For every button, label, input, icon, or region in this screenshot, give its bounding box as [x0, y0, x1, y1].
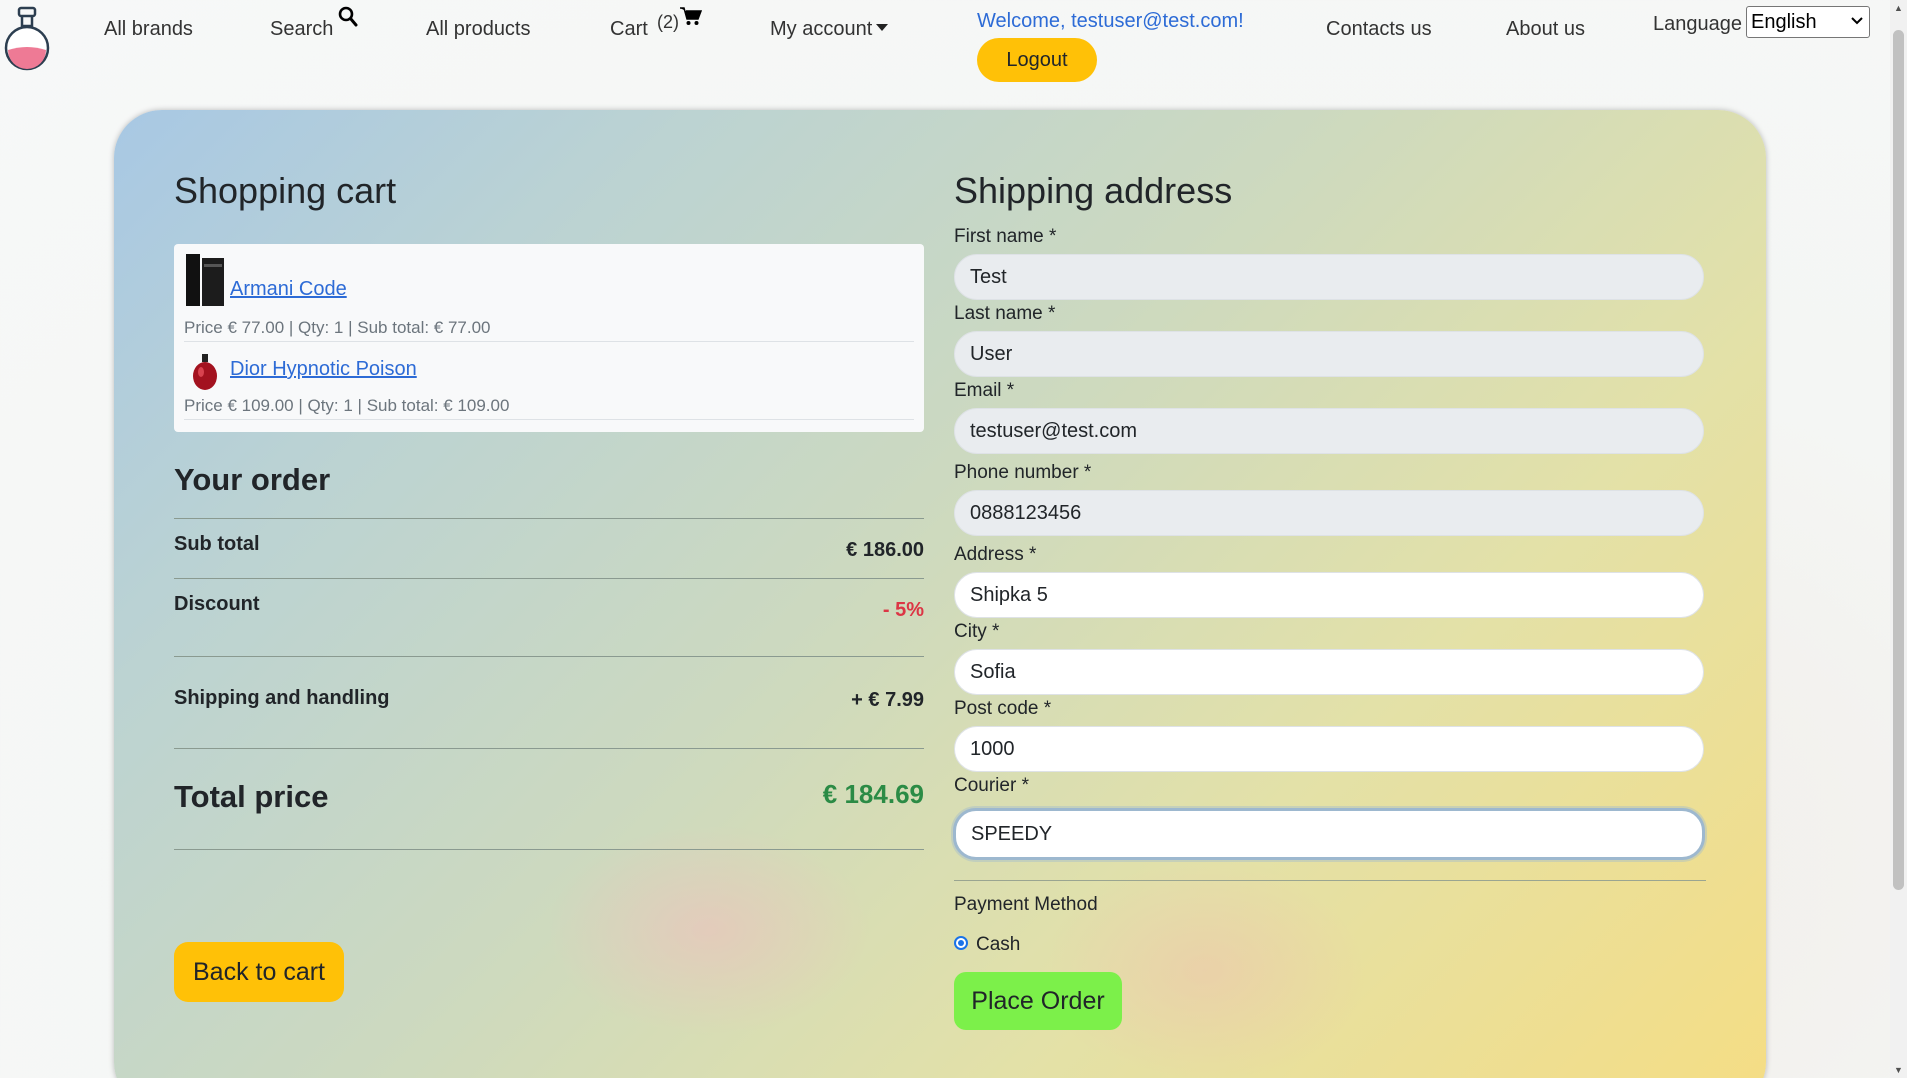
search-icon[interactable]: [338, 6, 358, 28]
cart-count-badge: (2): [657, 12, 679, 32]
nav-all-products[interactable]: All products: [426, 18, 531, 41]
subtotal-value: € 186.00: [846, 539, 924, 561]
dior-hypnotic-poison-thumbnail: [193, 354, 217, 390]
email-label: Email *: [954, 380, 1015, 401]
shipping-row: Shipping and handling + € 7.99: [174, 656, 924, 748]
cart-item: Dior Hypnotic Poison Price € 109.00 | Qt…: [184, 342, 914, 420]
last-name-field[interactable]: User: [954, 331, 1704, 377]
shipping-value: + € 7.99: [851, 689, 924, 711]
caret-down-icon: [876, 24, 888, 31]
post-code-field[interactable]: 1000: [954, 726, 1704, 772]
navbar: All brands Search All products Cart (2) …: [0, 0, 1890, 100]
payment-method-label: Payment Method: [954, 894, 1098, 915]
city-field[interactable]: Sofia: [954, 649, 1704, 695]
address-field[interactable]: Shipka 5: [954, 572, 1704, 618]
cart-column: Shopping cart Armani Code Price € 77.00 …: [174, 170, 924, 1002]
perfume-logo-icon[interactable]: [2, 4, 52, 74]
discount-value: - 5%: [882, 599, 924, 621]
welcome-message: Welcome, testuser@test.com!: [977, 10, 1244, 32]
scroll-up-arrow-icon[interactable]: ▲: [1894, 3, 1903, 13]
city-label: City *: [954, 621, 1000, 642]
language-label: Language: [1653, 13, 1742, 35]
checkout-card: Shopping cart Armani Code Price € 77.00 …: [114, 110, 1766, 1078]
shipping-column: Shipping address First name * Test Last …: [953, 170, 1706, 1030]
courier-field[interactable]: SPEEDY: [953, 808, 1705, 860]
phone-field[interactable]: 0888123456: [954, 490, 1704, 536]
cash-option-label[interactable]: Cash: [976, 934, 1020, 956]
nav-contacts[interactable]: Contacts us: [1326, 18, 1432, 41]
scrollbar-thumb[interactable]: [1893, 30, 1904, 890]
total-label: Total price: [174, 779, 329, 814]
cash-radio[interactable]: [954, 936, 968, 950]
cart-item-link[interactable]: Armani Code: [230, 278, 347, 301]
your-order-title: Your order: [174, 462, 331, 497]
armani-code-thumbnail: [186, 254, 224, 306]
form-divider: [954, 880, 1706, 881]
back-to-cart-button[interactable]: Back to cart: [174, 942, 344, 1002]
total-value: € 184.69: [822, 779, 924, 809]
shopping-cart-title: Shopping cart: [174, 170, 397, 211]
phone-label: Phone number *: [954, 462, 1092, 483]
discount-row: Discount - 5%: [174, 578, 924, 656]
nav-search[interactable]: Search: [270, 18, 333, 41]
total-row: Total price € 184.69: [174, 748, 924, 850]
subtotal-label: Sub total: [174, 533, 260, 555]
cart-item-meta: Price € 77.00 | Qty: 1 | Sub total: € 77…: [184, 318, 491, 337]
cart-item: Armani Code Price € 77.00 | Qty: 1 | Sub…: [184, 254, 914, 342]
nav-all-brands[interactable]: All brands: [104, 18, 193, 41]
cart-icon[interactable]: [680, 6, 702, 26]
discount-label: Discount: [174, 593, 260, 615]
nav-my-account[interactable]: My account: [770, 18, 872, 41]
nav-about[interactable]: About us: [1506, 18, 1585, 41]
cart-items-list: Armani Code Price € 77.00 | Qty: 1 | Sub…: [174, 244, 924, 432]
cart-item-meta: Price € 109.00 | Qty: 1 | Sub total: € 1…: [184, 396, 510, 415]
place-order-button[interactable]: Place Order: [954, 972, 1122, 1030]
page-scrollbar[interactable]: ▲ ▼: [1890, 0, 1907, 1078]
language-select[interactable]: English: [1746, 6, 1870, 38]
address-label: Address *: [954, 544, 1037, 565]
logout-button[interactable]: Logout: [977, 38, 1097, 82]
subtotal-row: Sub total € 186.00: [174, 518, 924, 578]
shipping-label: Shipping and handling: [174, 687, 390, 709]
email-field[interactable]: testuser@test.com: [954, 408, 1704, 454]
chevron-down-icon: [1851, 17, 1863, 25]
post-code-label: Post code *: [954, 698, 1052, 719]
first-name-field[interactable]: Test: [954, 254, 1704, 300]
courier-label: Courier *: [954, 775, 1029, 796]
cart-item-link[interactable]: Dior Hypnotic Poison: [230, 358, 417, 381]
shipping-address-title: Shipping address: [954, 170, 1233, 211]
nav-cart[interactable]: Cart: [610, 18, 648, 41]
scroll-down-arrow-icon[interactable]: ▼: [1894, 1065, 1903, 1075]
first-name-label: First name *: [954, 226, 1057, 247]
last-name-label: Last name *: [954, 303, 1056, 324]
language-selected-value: English: [1751, 11, 1817, 33]
